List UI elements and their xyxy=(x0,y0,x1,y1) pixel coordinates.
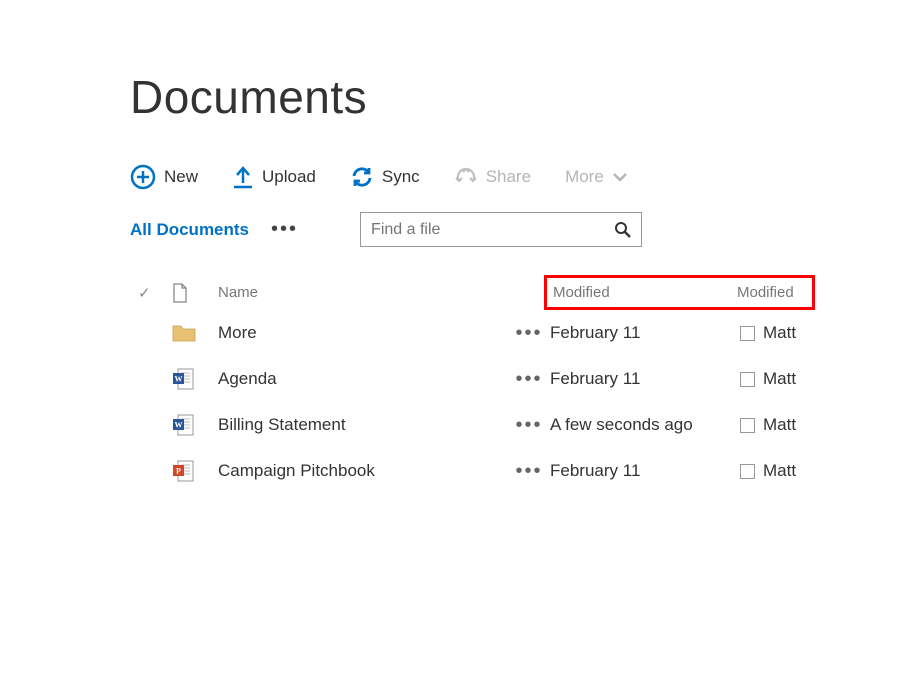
word-icon: W xyxy=(172,368,218,390)
name-header[interactable]: Name xyxy=(218,284,508,301)
modified-cell: A few seconds ago xyxy=(550,415,740,435)
modified-cell: February 11 xyxy=(550,461,740,481)
search-input[interactable] xyxy=(361,221,605,239)
file-icon xyxy=(172,283,188,303)
share-label: Share xyxy=(486,167,531,187)
file-list: ✓ Name Modified Modified More•••February… xyxy=(130,275,815,494)
modified-cell: February 11 xyxy=(550,369,740,389)
file-name[interactable]: Billing Statement xyxy=(218,415,508,435)
more-label: More xyxy=(565,167,604,187)
select-all-header[interactable]: ✓ xyxy=(130,284,172,302)
file-name[interactable]: Agenda xyxy=(218,369,508,389)
modified-header[interactable]: Modified xyxy=(553,284,737,301)
row-menu-ellipsis[interactable]: ••• xyxy=(508,322,550,345)
folder-icon xyxy=(172,323,218,343)
new-label: New xyxy=(164,167,198,187)
table-row[interactable]: W Agenda•••February 11Matt xyxy=(130,356,815,402)
checkbox-icon[interactable] xyxy=(740,464,755,479)
current-view-link[interactable]: All Documents xyxy=(130,220,249,240)
modified-cell: February 11 xyxy=(550,323,740,343)
svg-text:P: P xyxy=(176,467,181,476)
modified-by-cell: Matt xyxy=(740,415,815,435)
page-title: Documents xyxy=(130,70,906,124)
sync-label: Sync xyxy=(382,167,420,187)
table-row[interactable]: W Billing Statement•••A few seconds agoMa… xyxy=(130,402,815,448)
view-bar: All Documents ••• xyxy=(130,212,906,247)
sync-button[interactable]: Sync xyxy=(350,166,420,188)
share-button[interactable]: Share xyxy=(454,166,531,188)
upload-icon xyxy=(232,165,254,189)
table-row[interactable]: More•••February 11Matt xyxy=(130,310,815,356)
modified-by-cell: Matt xyxy=(740,461,815,481)
plus-circle-icon xyxy=(130,164,156,190)
view-options-ellipsis[interactable]: ••• xyxy=(271,218,298,241)
modified-by-cell: Matt xyxy=(740,369,815,389)
table-row[interactable]: P Campaign Pitchbook•••February 11Matt xyxy=(130,448,815,494)
type-header[interactable] xyxy=(172,283,218,303)
highlighted-columns: Modified Modified xyxy=(544,275,815,310)
svg-text:W: W xyxy=(175,421,183,430)
search-box[interactable] xyxy=(360,212,642,247)
word-icon: W xyxy=(172,414,218,436)
svg-text:W: W xyxy=(175,375,183,384)
modified-by-header[interactable]: Modified xyxy=(737,284,812,301)
column-header-row: ✓ Name Modified Modified xyxy=(130,275,815,310)
new-button[interactable]: New xyxy=(130,164,198,190)
upload-label: Upload xyxy=(262,167,316,187)
search-icon[interactable] xyxy=(605,221,641,239)
toolbar: New Upload Sync Share More xyxy=(130,164,906,190)
file-name[interactable]: Campaign Pitchbook xyxy=(218,461,508,481)
upload-button[interactable]: Upload xyxy=(232,165,316,189)
file-name[interactable]: More xyxy=(218,323,508,343)
ppt-icon: P xyxy=(172,460,218,482)
check-icon: ✓ xyxy=(138,284,151,302)
share-icon xyxy=(454,166,478,188)
checkbox-icon[interactable] xyxy=(740,418,755,433)
checkbox-icon[interactable] xyxy=(740,372,755,387)
checkbox-icon[interactable] xyxy=(740,326,755,341)
row-menu-ellipsis[interactable]: ••• xyxy=(508,414,550,437)
sync-icon xyxy=(350,166,374,188)
row-menu-ellipsis[interactable]: ••• xyxy=(508,368,550,391)
more-button[interactable]: More xyxy=(565,167,628,187)
row-menu-ellipsis[interactable]: ••• xyxy=(508,460,550,483)
chevron-down-icon xyxy=(612,171,628,183)
modified-by-cell: Matt xyxy=(740,323,815,343)
